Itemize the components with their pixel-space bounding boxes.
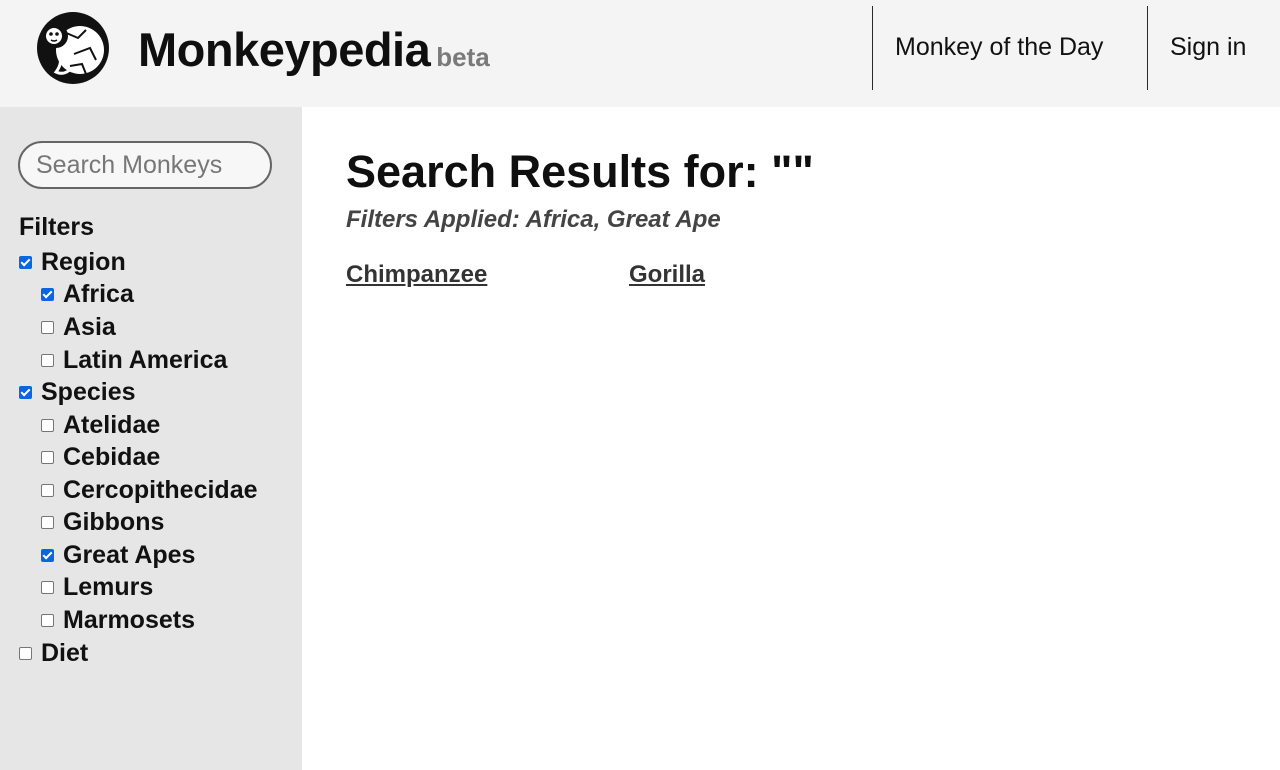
filter-label: Great Apes: [63, 540, 196, 569]
search-input[interactable]: [18, 141, 272, 189]
result-link-chimpanzee[interactable]: Chimpanzee: [346, 261, 487, 289]
filter-label: Cercopithecidae: [63, 475, 258, 504]
gibbons-checkbox[interactable]: [41, 515, 54, 529]
nav-divider: [872, 6, 873, 90]
filter-label: Asia: [63, 312, 116, 341]
filter-label: Atelidae: [63, 410, 161, 439]
marmosets-checkbox[interactable]: [41, 613, 54, 627]
result-link-gorilla[interactable]: Gorilla: [629, 261, 705, 289]
cebidae-checkbox[interactable]: [41, 450, 54, 464]
monkey-globe-logo-icon[interactable]: [34, 10, 112, 86]
page-title: Search Results for: "": [346, 146, 814, 197]
filter-label: Gibbons: [63, 507, 165, 536]
filter-great-apes[interactable]: Great Apes: [41, 540, 195, 570]
diet-checkbox[interactable]: [19, 646, 32, 660]
filter-gibbons[interactable]: Gibbons: [41, 507, 164, 537]
sign-in-link[interactable]: Sign in: [1170, 33, 1246, 62]
filter-species[interactable]: Species: [19, 377, 136, 407]
filter-label: Diet: [41, 638, 89, 667]
filter-cercopithecidae[interactable]: Cercopithecidae: [41, 475, 258, 505]
site-header: Monkeypedia beta Monkey of the Day Sign i…: [0, 0, 1280, 107]
filter-cebidae[interactable]: Cebidae: [41, 442, 160, 472]
species-checkbox[interactable]: [19, 385, 32, 399]
filter-marmosets[interactable]: Marmosets: [41, 605, 195, 635]
filter-label: Species: [41, 377, 136, 406]
africa-checkbox[interactable]: [41, 287, 54, 301]
brand-beta-tag: beta: [436, 42, 490, 72]
filters-heading: Filters: [19, 213, 95, 241]
great-apes-checkbox[interactable]: [41, 548, 54, 562]
filter-africa[interactable]: Africa: [41, 279, 134, 309]
nav-divider: [1147, 6, 1148, 90]
filter-asia[interactable]: Asia: [41, 312, 116, 342]
atelidae-checkbox[interactable]: [41, 418, 54, 432]
filter-label: Latin America: [63, 345, 228, 374]
filter-label: Cebidae: [63, 442, 161, 471]
lemurs-checkbox[interactable]: [41, 580, 54, 594]
filter-label: Lemurs: [63, 572, 154, 601]
asia-checkbox[interactable]: [41, 320, 54, 334]
filter-latin-america[interactable]: Latin America: [41, 345, 227, 375]
cercopithecidae-checkbox[interactable]: [41, 483, 54, 497]
filter-sidebar: Filters Region Africa Asia Latin America…: [0, 107, 302, 770]
latin-america-checkbox[interactable]: [41, 353, 54, 367]
brand[interactable]: Monkeypedia beta: [138, 22, 490, 77]
filter-label: Africa: [63, 279, 134, 308]
filters-applied-text: Filters Applied: Africa, Great Ape: [346, 206, 721, 233]
filter-atelidae[interactable]: Atelidae: [41, 410, 160, 440]
filter-lemurs[interactable]: Lemurs: [41, 572, 153, 602]
filter-region[interactable]: Region: [19, 247, 126, 277]
brand-name: Monkeypedia: [138, 23, 431, 76]
filter-label: Region: [41, 247, 126, 276]
filter-label: Marmosets: [63, 605, 195, 634]
monkey-of-the-day-link[interactable]: Monkey of the Day: [895, 33, 1103, 62]
region-checkbox[interactable]: [19, 255, 32, 269]
filter-diet[interactable]: Diet: [19, 638, 88, 668]
